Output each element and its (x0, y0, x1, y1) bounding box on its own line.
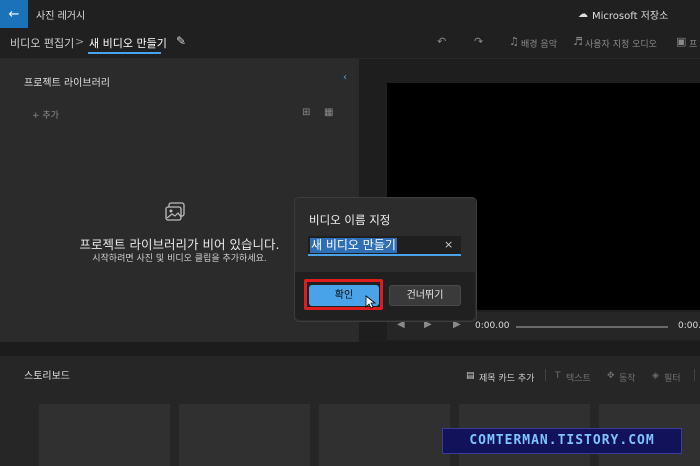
background-music-button[interactable]: 배경 음악 (521, 37, 557, 50)
breadcrumb-video-editor[interactable]: 비디오 편집기 (10, 35, 74, 51)
add-title-card-button[interactable]: 제목 카드 추가 (479, 371, 534, 384)
back-button[interactable]: ← (0, 0, 28, 28)
motion-icon: ✥ (607, 371, 615, 381)
cloud-icon: ☁ (578, 9, 588, 20)
filter-icon: ◈ (652, 371, 659, 381)
breadcrumb-active-underline (88, 52, 161, 54)
edit-name-pencil-icon[interactable]: ✎ (176, 34, 186, 48)
more-toolbar-button[interactable]: 프 (689, 37, 697, 50)
clear-input-icon[interactable]: × (444, 238, 453, 251)
current-time: 0:00.00 (475, 321, 510, 331)
video-name-selected-text[interactable]: 새 비디오 만들기 (310, 238, 397, 253)
redo-icon[interactable]: ↷ (474, 35, 483, 48)
store-indicator: ☁ Microsoft 저장소 (578, 7, 668, 22)
music-note-icon: ♫ (509, 35, 519, 48)
storyboard-slot[interactable] (179, 404, 310, 466)
text-button[interactable]: 텍스트 (566, 371, 591, 384)
add-media-button[interactable]: + 추가 (32, 108, 59, 121)
undo-icon[interactable]: ↶ (437, 35, 446, 48)
photos-icon (165, 202, 185, 221)
toolbar-divider (545, 369, 546, 381)
store-label: Microsoft 저장소 (592, 11, 669, 22)
mouse-cursor-icon (365, 295, 377, 309)
arrow-left-icon: ← (8, 6, 20, 22)
title-card-icon: ▤ (466, 371, 475, 381)
grid-view-icon[interactable]: ⊞ (302, 107, 310, 118)
dialog-title: 비디오 이름 지정 (309, 213, 391, 227)
collapse-chevron-icon[interactable]: ‹ (343, 72, 347, 83)
project-icon: ▣ (676, 35, 687, 48)
breadcrumb-separator: > (75, 35, 85, 48)
custom-audio-icon: ♬ (573, 35, 583, 48)
motion-button[interactable]: 동작 (619, 371, 636, 384)
storyboard-slot[interactable] (39, 404, 170, 466)
seek-bar[interactable] (516, 326, 668, 328)
filter-button[interactable]: 필터 (664, 371, 681, 384)
total-time: 0:00. (678, 321, 700, 331)
toolbar-divider (694, 369, 695, 381)
watermark: COMTERMAN.TISTORY.COM (442, 428, 682, 454)
breadcrumb-new-video: 새 비디오 만들기 (89, 37, 167, 50)
grid-dense-view-icon[interactable]: ▦ (324, 107, 333, 118)
app-title: 사진 레거시 (36, 11, 86, 22)
storyboard-slot[interactable] (319, 404, 450, 466)
custom-audio-button[interactable]: 사용자 지정 오디오 (585, 37, 657, 50)
project-library-title: 프로젝트 라이브러리 (24, 78, 110, 89)
storyboard-title: 스토리보드 (24, 371, 70, 382)
text-icon: T (555, 371, 561, 381)
skip-button[interactable]: 건너뛰기 (389, 285, 461, 306)
